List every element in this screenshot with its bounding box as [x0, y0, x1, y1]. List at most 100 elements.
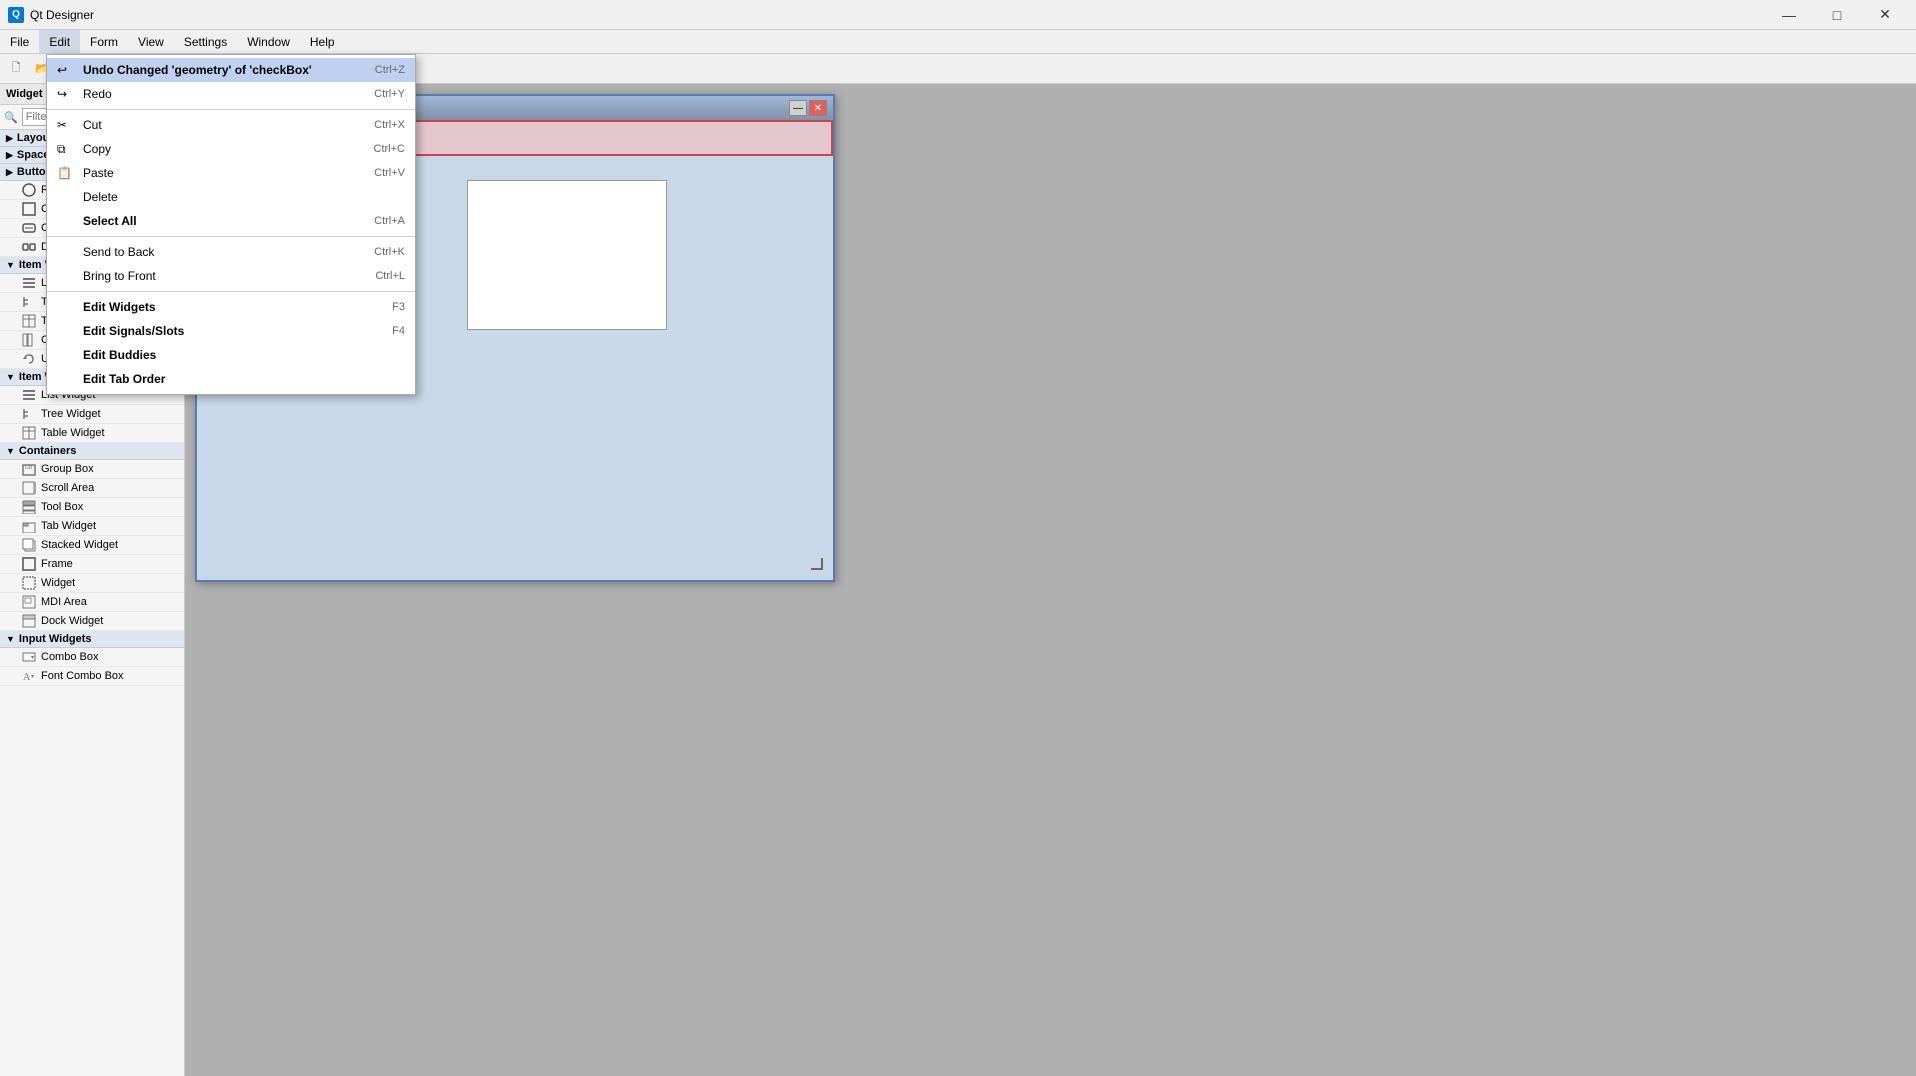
- menu-edit-signals-label: Edit Signals/Slots: [83, 324, 392, 338]
- menu-select-all-label: Select All: [83, 214, 374, 228]
- category-containers-label: Containers: [19, 445, 76, 457]
- menu-edit-widgets[interactable]: Edit Widgets F3: [47, 295, 415, 319]
- close-button[interactable]: ✕: [1862, 0, 1908, 30]
- column-view-icon: [22, 333, 36, 347]
- widget-item-group-box-label: Group Box: [41, 463, 94, 475]
- menu-edit[interactable]: Edit: [39, 30, 80, 53]
- menu-paste[interactable]: 📋 Paste Ctrl+V: [47, 161, 415, 185]
- form-resize-handle[interactable]: [811, 558, 823, 570]
- group-box-icon: GB: [22, 462, 36, 476]
- widget-item-combo-box-label: Combo Box: [41, 651, 98, 663]
- widget-item-tool-box[interactable]: Tool Box: [0, 498, 184, 517]
- widget-item-scroll-area[interactable]: Scroll Area: [0, 479, 184, 498]
- menu-paste-label: Paste: [83, 166, 374, 180]
- menu-file[interactable]: File: [0, 30, 39, 53]
- form-close-btn[interactable]: ✕: [809, 100, 827, 116]
- menu-bar: File Edit Form View Settings Window Help: [0, 30, 1916, 54]
- menu-copy-shortcut: Ctrl+C: [374, 143, 405, 155]
- menu-delete-label: Delete: [83, 190, 405, 204]
- menu-paste-shortcut: Ctrl+V: [374, 167, 405, 179]
- form-minimize-btn[interactable]: —: [789, 100, 807, 116]
- table-view-icon: [22, 314, 36, 328]
- widget-item-tab-widget-label: Tab Widget: [41, 520, 96, 532]
- category-input-widgets-label: Input Widgets: [19, 633, 92, 645]
- maximize-button[interactable]: □: [1814, 0, 1860, 30]
- menu-edit-buddies-label: Edit Buddies: [83, 348, 405, 362]
- widget-item-stacked-widget[interactable]: Stacked Widget: [0, 536, 184, 555]
- widget-item-mdi-area[interactable]: MDI Area: [0, 593, 184, 612]
- menu-window[interactable]: Window: [237, 30, 300, 53]
- widget-item-tree-widget[interactable]: Tree Widget: [0, 405, 184, 424]
- svg-text:GB: GB: [25, 465, 33, 471]
- widget-item-table-widget[interactable]: Table Widget: [0, 424, 184, 443]
- widget-item-widget-label: Widget: [41, 577, 75, 589]
- menu-bring-front[interactable]: Bring to Front Ctrl+L: [47, 264, 415, 288]
- menu-cut[interactable]: ✂ Cut Ctrl+X: [47, 113, 415, 137]
- category-item-widgets-arrow: ▼: [6, 372, 15, 382]
- widget-icon: [22, 576, 36, 590]
- stacked-widget-icon: [22, 538, 36, 552]
- svg-text:A: A: [23, 672, 31, 683]
- menu-redo[interactable]: ↪ Redo Ctrl+Y: [47, 82, 415, 106]
- menu-undo-shortcut: Ctrl+Z: [375, 64, 405, 76]
- undo-icon: ↩: [57, 63, 77, 77]
- widget-item-font-combo-box-label: Font Combo Box: [41, 670, 124, 682]
- form-white-box[interactable]: [467, 180, 667, 330]
- widget-item-frame-label: Frame: [41, 558, 73, 570]
- menu-settings[interactable]: Settings: [174, 30, 237, 53]
- menu-edit-tab-order-label: Edit Tab Order: [83, 372, 405, 386]
- menu-send-back-label: Send to Back: [83, 245, 374, 259]
- menu-select-all[interactable]: Select All Ctrl+A: [47, 209, 415, 233]
- menu-undo[interactable]: ↩ Undo Changed 'geometry' of 'checkBox' …: [47, 58, 415, 82]
- category-input-widgets-arrow: ▼: [6, 634, 15, 644]
- menu-redo-label: Redo: [83, 87, 374, 101]
- tab-widget-icon: [22, 519, 36, 533]
- category-item-views-arrow: ▼: [6, 260, 15, 270]
- menu-edit-buddies[interactable]: Edit Buddies: [47, 343, 415, 367]
- list-widget-icon: [22, 388, 36, 402]
- copy-icon: ⧉: [57, 142, 77, 157]
- category-containers[interactable]: ▼ Containers: [0, 443, 184, 460]
- toolbar-new[interactable]: 🗋: [4, 57, 28, 81]
- menu-cut-shortcut: Ctrl+X: [374, 119, 405, 131]
- radiobutton-icon: [22, 183, 36, 197]
- widget-item-frame[interactable]: Frame: [0, 555, 184, 574]
- undo-view-icon: [22, 352, 36, 366]
- menu-edit-widgets-shortcut: F3: [392, 301, 405, 313]
- menu-copy[interactable]: ⧉ Copy Ctrl+C: [47, 137, 415, 161]
- menu-edit-tab-order[interactable]: Edit Tab Order: [47, 367, 415, 391]
- menu-bring-front-label: Bring to Front: [83, 269, 375, 283]
- redo-icon: ↪: [57, 87, 77, 101]
- widget-item-tool-box-label: Tool Box: [41, 501, 83, 513]
- menu-sep1: [47, 109, 415, 110]
- widget-item-tree-widget-label: Tree Widget: [41, 408, 101, 420]
- widget-item-tab-widget[interactable]: Tab Widget: [0, 517, 184, 536]
- tree-view-icon: [22, 295, 36, 309]
- menu-undo-label: Undo Changed 'geometry' of 'checkBox': [83, 63, 375, 77]
- menu-bring-front-shortcut: Ctrl+L: [375, 270, 405, 282]
- tool-box-icon: [22, 500, 36, 514]
- combo-box-icon: [22, 650, 36, 664]
- tree-widget-icon: [22, 407, 36, 421]
- category-input-widgets[interactable]: ▼ Input Widgets: [0, 631, 184, 648]
- widget-item-widget[interactable]: Widget: [0, 574, 184, 593]
- app-title: Qt Designer: [30, 8, 1766, 22]
- widget-item-dock-widget[interactable]: Dock Widget: [0, 612, 184, 631]
- menu-help[interactable]: Help: [300, 30, 345, 53]
- menu-send-back-shortcut: Ctrl+K: [374, 246, 405, 258]
- widget-item-combo-box[interactable]: Combo Box: [0, 648, 184, 667]
- category-spacers-arrow: ▶: [6, 150, 13, 161]
- menu-delete[interactable]: Delete: [47, 185, 415, 209]
- dock-widget-icon: [22, 614, 36, 628]
- minimize-button[interactable]: —: [1766, 0, 1812, 30]
- widget-item-group-box[interactable]: GB Group Box: [0, 460, 184, 479]
- content-area: — ✕ RadioButton: [185, 84, 1916, 1076]
- paste-icon: 📋: [57, 166, 77, 180]
- menu-edit-signals[interactable]: Edit Signals/Slots F4: [47, 319, 415, 343]
- form-window-controls: — ✕: [789, 100, 827, 116]
- menu-view[interactable]: View: [128, 30, 174, 53]
- menu-sep2: [47, 236, 415, 237]
- widget-item-font-combo-box[interactable]: A Font Combo Box: [0, 667, 184, 686]
- menu-form[interactable]: Form: [80, 30, 128, 53]
- menu-send-back[interactable]: Send to Back Ctrl+K: [47, 240, 415, 264]
